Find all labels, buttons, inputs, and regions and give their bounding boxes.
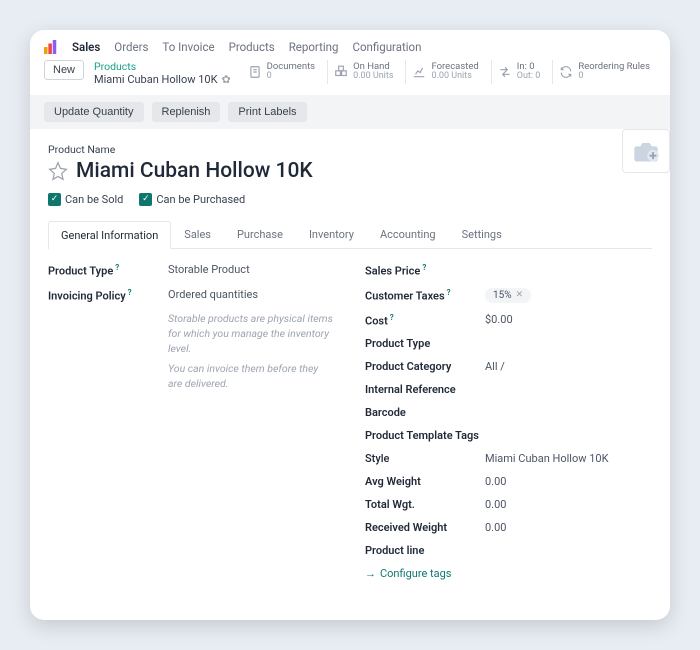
update-quantity-button[interactable]: Update Quantity (44, 102, 144, 122)
menubar: Sales Orders To Invoice Products Reporti… (30, 30, 670, 60)
received-weight-label: Received Weight (365, 521, 485, 534)
breadcrumb-parent[interactable]: Products (94, 60, 231, 73)
customer-taxes-label: Customer Taxes ? (365, 288, 485, 303)
product-template-tags-label: Product Template Tags (365, 429, 485, 442)
received-weight-value[interactable]: 0.00 (485, 521, 652, 534)
checkbox-row: ✓ Can be Sold ✓ Can be Purchased (48, 193, 652, 206)
camera-plus-icon (632, 139, 660, 163)
breadcrumb-row: New Products Miami Cuban Hollow 10K ✿ Do… (30, 60, 670, 95)
tab-settings[interactable]: Settings (449, 220, 515, 248)
barcode-label: Barcode (365, 406, 485, 419)
menu-reporting[interactable]: Reporting (289, 40, 339, 54)
brand-icon (44, 40, 58, 54)
tabs: General Information Sales Purchase Inven… (48, 220, 652, 249)
form-col-right: Sales Price ? Customer Taxes ? 15%✕ Cost… (365, 263, 652, 580)
hint-storable: Storable products are physical items for… (168, 312, 335, 356)
product-title[interactable]: Miami Cuban Hollow 10K (76, 159, 313, 183)
close-icon[interactable]: ✕ (516, 290, 524, 300)
can-be-sold-checkbox[interactable]: ✓ Can be Sold (48, 193, 123, 206)
product-type2-label: Product Type (365, 337, 485, 350)
menu-products[interactable]: Products (229, 40, 275, 54)
action-strip: Update Quantity Replenish Print Labels (30, 95, 670, 129)
indicator-in-out[interactable]: In: 0Out: 0 (491, 60, 547, 84)
invoicing-policy-value[interactable]: Ordered quantities (168, 288, 335, 301)
tax-tag[interactable]: 15%✕ (485, 288, 531, 303)
total-weight-label: Total Wgt. (365, 498, 485, 511)
product-type-value[interactable]: Storable Product (168, 263, 335, 276)
form-grid: Product Type ? Storable Product Invoicin… (48, 263, 652, 580)
product-type-label: Product Type ? (48, 263, 168, 278)
check-icon: ✓ (139, 193, 152, 206)
tab-purchase[interactable]: Purchase (224, 220, 296, 248)
menu-configuration[interactable]: Configuration (352, 40, 421, 54)
total-weight-value[interactable]: 0.00 (485, 498, 652, 511)
menu-orders[interactable]: Orders (114, 40, 148, 54)
product-line-label: Product line (365, 544, 485, 557)
app-window: Sales Orders To Invoice Products Reporti… (30, 30, 670, 620)
gear-icon[interactable]: ✿ (222, 73, 231, 87)
tab-accounting[interactable]: Accounting (367, 220, 449, 248)
indicator-on-hand[interactable]: On Hand0.00 Units (327, 60, 399, 84)
image-upload[interactable] (622, 129, 670, 173)
replenish-button[interactable]: Replenish (152, 102, 221, 122)
product-name-label: Product Name (48, 143, 652, 156)
sales-price-label: Sales Price ? (365, 263, 485, 278)
tab-general-information[interactable]: General Information (48, 221, 171, 249)
form-col-left: Product Type ? Storable Product Invoicin… (48, 263, 335, 580)
style-value[interactable]: Miami Cuban Hollow 10K (485, 452, 652, 465)
product-category-label: Product Category (365, 360, 485, 373)
print-labels-button[interactable]: Print Labels (228, 102, 306, 122)
hint-invoice: You can invoice them before they are del… (168, 362, 335, 391)
avg-weight-label: Avg Weight (365, 475, 485, 488)
arrow-right-icon: → (365, 567, 376, 580)
form-body: Product Name Miami Cuban Hollow 10K ✓ Ca… (30, 129, 670, 620)
indicator-reordering[interactable]: Reordering Rules0 (552, 60, 656, 84)
tab-inventory[interactable]: Inventory (296, 220, 367, 248)
indicator-row: Documents0 On Hand0.00 Units Forecasted0… (242, 60, 656, 84)
check-icon: ✓ (48, 193, 61, 206)
indicator-documents[interactable]: Documents0 (242, 60, 322, 84)
breadcrumb-current: Miami Cuban Hollow 10K (94, 73, 218, 87)
cost-label: Cost ? (365, 313, 485, 328)
cost-value[interactable]: $0.00 (485, 313, 652, 326)
internal-reference-label: Internal Reference (365, 383, 485, 396)
chart-icon (412, 65, 426, 79)
menu-to-invoice[interactable]: To Invoice (162, 40, 214, 54)
boxes-icon (334, 65, 348, 79)
refresh-icon (559, 65, 573, 79)
avg-weight-value[interactable]: 0.00 (485, 475, 652, 488)
configure-tags-link[interactable]: → Configure tags (365, 567, 652, 580)
arrows-icon (498, 65, 512, 79)
menu-sales[interactable]: Sales (72, 40, 100, 54)
breadcrumb: Products Miami Cuban Hollow 10K ✿ (94, 60, 231, 87)
style-label: Style (365, 452, 485, 465)
invoicing-policy-label: Invoicing Policy ? (48, 288, 168, 303)
product-category-value[interactable]: All / (485, 360, 652, 373)
new-button[interactable]: New (44, 60, 84, 80)
indicator-forecasted[interactable]: Forecasted0.00 Units (405, 60, 484, 84)
can-be-purchased-checkbox[interactable]: ✓ Can be Purchased (139, 193, 245, 206)
tab-sales[interactable]: Sales (171, 220, 224, 248)
star-icon[interactable] (48, 161, 68, 181)
document-icon (248, 65, 262, 79)
title-row: Miami Cuban Hollow 10K (48, 159, 652, 183)
